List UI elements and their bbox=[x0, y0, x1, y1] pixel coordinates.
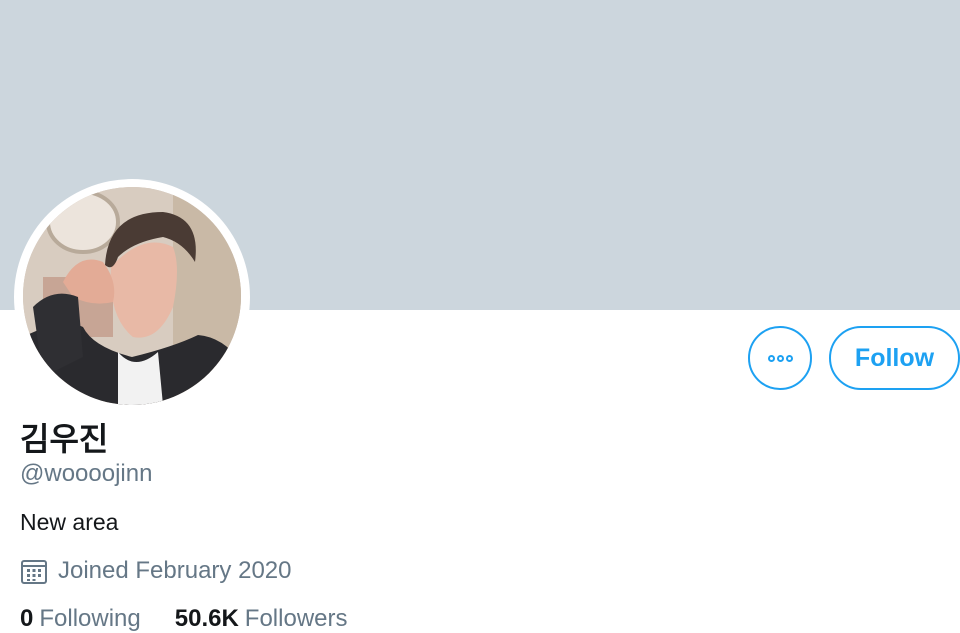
following-link[interactable]: 0 Following bbox=[20, 605, 141, 633]
profile-stats: 0 Following 50.6K Followers bbox=[20, 605, 382, 633]
followers-link[interactable]: 50.6K Followers bbox=[175, 605, 348, 633]
avatar-frame bbox=[14, 179, 250, 415]
user-handle: @woooojinn bbox=[20, 460, 153, 487]
following-label: Following bbox=[39, 605, 141, 632]
profile-bio: New area bbox=[20, 509, 119, 535]
following-count: 0 bbox=[20, 605, 34, 632]
more-horizontal-icon bbox=[767, 354, 794, 362]
more-options-button[interactable] bbox=[748, 326, 812, 390]
calendar-icon bbox=[20, 557, 48, 585]
followers-count: 50.6K bbox=[174, 605, 239, 632]
display-name: 김우진 bbox=[20, 420, 109, 458]
avatar[interactable] bbox=[23, 187, 241, 405]
profile-page: Follow 김우진 @woooojinn New area Joined Fe… bbox=[0, 0, 960, 633]
follow-button[interactable]: Follow bbox=[829, 326, 960, 390]
avatar-photo bbox=[23, 187, 241, 405]
joined-label: Joined February 2020 bbox=[58, 557, 292, 584]
joined-date: Joined February 2020 bbox=[20, 557, 291, 585]
followers-label: Followers bbox=[244, 605, 348, 632]
